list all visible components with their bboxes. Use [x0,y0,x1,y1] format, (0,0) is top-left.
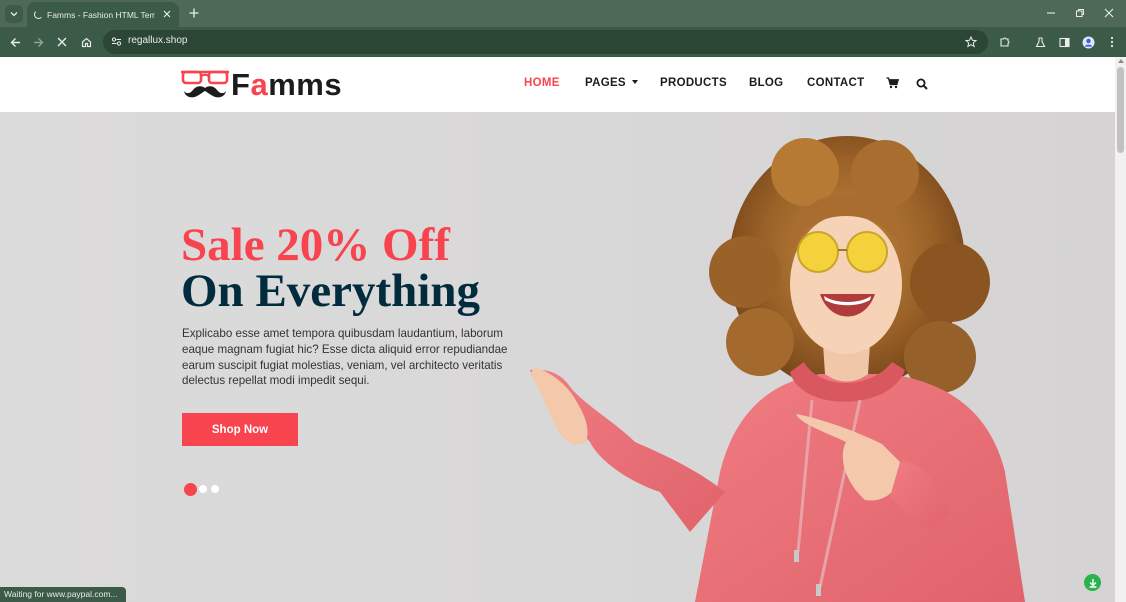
download-arrow-icon [1089,578,1096,588]
nav-item-contact[interactable]: CONTACT [807,77,864,89]
nav-item-home[interactable]: HOME [524,77,560,89]
restore-icon [1076,9,1084,17]
close-icon [1104,8,1114,18]
side-panel-icon [1058,37,1070,47]
browser-tab-active[interactable]: Famms - Fashion HTML Templat [27,2,179,27]
slider-dot-2[interactable] [199,485,207,493]
tab-close-button[interactable] [160,7,174,21]
new-tab-button[interactable] [185,4,203,22]
scroll-up-arrow-icon[interactable] [1118,59,1124,63]
minimize-icon [1047,12,1055,14]
minimize-button[interactable] [1042,4,1060,22]
search-button[interactable] [916,78,928,93]
loading-spinner-icon [34,10,43,19]
nav-item-pages-label: PAGES [585,77,626,89]
flask-icon [1035,36,1045,47]
arrow-left-icon [10,37,20,47]
avatar-icon [1082,36,1094,48]
hero-slider: Sale 20% Off On Everything Explicabo ess… [0,112,1115,602]
nav-item-blog[interactable]: BLOG [749,77,783,89]
hero-description: Explicabo esse amet tempora quibusdam la… [182,327,508,388]
browser-tab-strip: Famms - Fashion HTML Templat [0,0,1126,27]
browser-menu-button[interactable] [1103,33,1121,51]
scroll-thumb[interactable] [1117,67,1124,153]
floating-widget-button[interactable] [1084,574,1101,591]
plus-icon [189,8,199,18]
main-nav: HOME PAGES PRODUCTS BLOG CONTACT [0,77,1115,93]
restore-button[interactable] [1071,4,1089,22]
hero-model-image [530,136,1025,602]
caret-down-icon [631,80,638,84]
stop-loading-button[interactable] [53,33,71,51]
url-text: regallux.shop [128,35,188,46]
browser-toolbar: regallux.shop [0,27,1126,57]
nav-item-products[interactable]: PRODUCTS [660,77,727,89]
browser-status-bubble: Waiting for www.paypal.com... [0,587,126,602]
close-window-button[interactable] [1100,4,1118,22]
arrow-right-icon [33,37,43,47]
labs-button[interactable] [1031,33,1049,51]
hero-title-everything: On Everything [181,265,481,317]
extensions-button[interactable] [996,33,1014,51]
bookmark-star-icon[interactable] [965,36,977,48]
shop-now-button[interactable]: Shop Now [182,413,298,446]
tab-title: Famms - Fashion HTML Templat [47,9,155,20]
slider-dot-3[interactable] [211,485,219,493]
forward-button[interactable] [29,33,47,51]
cart-button[interactable] [886,77,900,92]
more-vertical-icon [1110,36,1114,48]
profile-button[interactable] [1079,33,1097,51]
side-panel-button[interactable] [1055,33,1073,51]
address-bar[interactable]: regallux.shop [103,30,988,54]
slider-pagination [184,482,223,496]
search-icon [916,78,928,90]
close-icon [163,10,171,18]
chevron-down-icon [10,12,18,17]
page-viewport: Famms HOME PAGES PRODUCTS BLOG CONTACT S… [0,57,1115,602]
slider-dot-1[interactable] [184,482,197,496]
home-button[interactable] [77,33,95,51]
back-button[interactable] [6,33,24,51]
close-icon [57,37,67,47]
site-header: Famms HOME PAGES PRODUCTS BLOG CONTACT [0,57,1115,112]
shopping-cart-icon [886,77,900,89]
site-info-icon[interactable] [111,36,122,47]
home-icon [81,37,91,47]
page-scrollbar[interactable] [1115,57,1126,602]
nav-item-pages[interactable]: PAGES [585,77,638,89]
puzzle-icon [1000,37,1010,47]
tab-search-button[interactable] [5,5,23,23]
